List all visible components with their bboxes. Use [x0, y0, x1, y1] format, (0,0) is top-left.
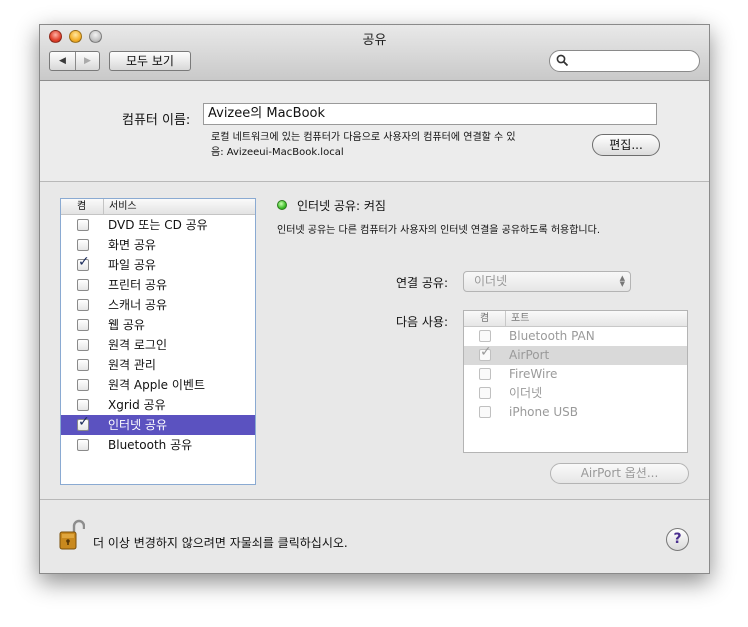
- computer-name-description: 로컬 네트워크에 있는 컴퓨터가 다음으로 사용자의 컴퓨터에 연결할 수 있 …: [211, 130, 591, 160]
- forward-button[interactable]: ▶: [75, 52, 100, 70]
- search-field[interactable]: [549, 50, 700, 72]
- port-checkbox[interactable]: [479, 387, 491, 399]
- ports-rows: Bluetooth PAN ✓ AirPort FireWire 이더넷 iPhone U…: [464, 327, 687, 422]
- service-label: 프린터 공유: [108, 278, 168, 292]
- share-from-popup[interactable]: 이더넷 ▲ ▼: [463, 271, 631, 292]
- service-checkbox[interactable]: [77, 239, 89, 251]
- service-row[interactable]: DVD 또는 CD 공유: [61, 215, 255, 235]
- ports-header: 켬 포트: [464, 311, 687, 327]
- port-checkbox[interactable]: [479, 368, 491, 380]
- to-computers-label: 다음 사용:: [396, 315, 449, 329]
- description-line-1: 로컬 네트워크에 있는 컴퓨터가 다음으로 사용자의 컴퓨터에 연결할 수 있: [211, 132, 516, 143]
- services-header: 켬 서비스: [61, 199, 255, 215]
- service-row[interactable]: ✓ 파일 공유: [61, 255, 255, 275]
- computer-name-label: 컴퓨터 이름:: [122, 113, 191, 128]
- port-checkbox[interactable]: [479, 406, 491, 418]
- service-row[interactable]: Xgrid 공유: [61, 395, 255, 415]
- service-label: 원격 로그인: [108, 338, 168, 352]
- service-checkbox[interactable]: ✓: [77, 255, 90, 271]
- back-forward-buttons: ◀ ▶: [49, 51, 100, 71]
- port-label: FireWire: [509, 367, 558, 381]
- service-label: 원격 Apple 이벤트: [108, 378, 205, 392]
- services-rows: DVD 또는 CD 공유화면 공유 ✓ 파일 공유프린터 공유스캐너 공유웹 공유원…: [61, 215, 255, 455]
- share-from-value: 이더넷: [474, 274, 508, 288]
- port-label: AirPort: [509, 348, 550, 362]
- show-all-button[interactable]: 모두 보기: [109, 51, 191, 71]
- port-label: 이더넷: [509, 386, 543, 400]
- service-checkbox[interactable]: [77, 219, 89, 231]
- port-row[interactable]: Bluetooth PAN: [464, 327, 687, 346]
- service-label: DVD 또는 CD 공유: [108, 218, 208, 232]
- service-label: 스캐너 공유: [108, 298, 168, 312]
- port-checkbox[interactable]: ✓: [479, 345, 492, 361]
- port-row[interactable]: 이더넷: [464, 384, 687, 403]
- service-row[interactable]: 원격 관리: [61, 355, 255, 375]
- checkmark-icon: ✓: [480, 344, 492, 360]
- service-label: 파일 공유: [108, 258, 156, 272]
- services-section: 켬 서비스 DVD 또는 CD 공유화면 공유 ✓ 파일 공유프린터 공유스캐너 공…: [40, 182, 709, 500]
- sharing-preferences-window: 공유 ◀ ▶ 모두 보기 컴퓨터 이름: Avizee의 MacBook 로컬 …: [39, 24, 710, 574]
- service-label: Xgrid 공유: [108, 398, 166, 412]
- computer-name-field[interactable]: Avizee의 MacBook: [203, 103, 657, 125]
- ports-header-on[interactable]: 켬: [480, 311, 489, 326]
- service-row[interactable]: ✓ 인터넷 공유: [61, 415, 255, 435]
- window-title: 공유: [362, 33, 387, 48]
- port-row[interactable]: ✓ AirPort: [464, 345, 687, 365]
- computer-name-section: 컴퓨터 이름: Avizee의 MacBook 로컬 네트워크에 있는 컴퓨터가…: [40, 81, 709, 182]
- services-list: 켬 서비스 DVD 또는 CD 공유화면 공유 ✓ 파일 공유프린터 공유스캐너 공…: [60, 198, 256, 485]
- service-checkbox[interactable]: [77, 299, 89, 311]
- service-checkbox[interactable]: [77, 319, 89, 331]
- service-checkbox[interactable]: [77, 399, 89, 411]
- service-checkbox[interactable]: [77, 359, 89, 371]
- service-label: 웹 공유: [108, 318, 145, 332]
- airport-options-button[interactable]: AirPort 옵션...: [550, 463, 689, 484]
- ports-header-port[interactable]: 포트: [511, 311, 529, 326]
- port-row[interactable]: iPhone USB: [464, 403, 687, 422]
- service-row[interactable]: 화면 공유: [61, 235, 255, 255]
- header-separator: [103, 199, 104, 214]
- service-status: 인터넷 공유: 켜짐: [297, 199, 386, 213]
- ports-list: 켬 포트 Bluetooth PAN ✓ AirPort FireWire 이더넷 iPh…: [463, 310, 688, 453]
- share-from-label: 연결 공유:: [396, 276, 449, 290]
- service-checkbox[interactable]: [77, 339, 89, 351]
- service-label: 인터넷 공유: [108, 418, 168, 432]
- service-row[interactable]: 프린터 공유: [61, 275, 255, 295]
- service-row[interactable]: 원격 로그인: [61, 335, 255, 355]
- port-label: Bluetooth PAN: [509, 329, 595, 343]
- popup-arrows-icon: ▲ ▼: [619, 274, 625, 288]
- lock-message: 더 이상 변경하지 않으려면 자물쇠를 클릭하십시오.: [93, 536, 348, 550]
- title-bar: 공유 ◀ ▶ 모두 보기: [40, 25, 709, 81]
- checkmark-icon: ✓: [78, 254, 90, 270]
- search-icon: [556, 54, 569, 67]
- service-description: 인터넷 공유는 다른 컴퓨터가 사용자의 인터넷 연결을 공유하도록 허용합니다…: [277, 225, 601, 236]
- back-button[interactable]: ◀: [50, 52, 76, 70]
- status-indicator-icon: [277, 200, 287, 210]
- service-row[interactable]: Bluetooth 공유: [61, 435, 255, 455]
- service-row[interactable]: 원격 Apple 이벤트: [61, 375, 255, 395]
- service-checkbox[interactable]: [77, 279, 89, 291]
- header-on[interactable]: 켬: [77, 199, 86, 214]
- help-button[interactable]: ?: [666, 528, 689, 551]
- description-line-2: 음: Avizeeui-MacBook.local: [211, 147, 344, 158]
- service-label: 원격 관리: [108, 358, 156, 372]
- ports-header-separator: [505, 311, 506, 326]
- footer: 더 이상 변경하지 않으려면 자물쇠를 클릭하십시오. ?: [40, 500, 709, 573]
- edit-button[interactable]: 편집...: [592, 134, 660, 156]
- header-service[interactable]: 서비스: [109, 199, 137, 214]
- port-checkbox[interactable]: [479, 330, 491, 342]
- service-label: 화면 공유: [108, 238, 156, 252]
- service-row[interactable]: 스캐너 공유: [61, 295, 255, 315]
- port-label: iPhone USB: [509, 405, 578, 419]
- port-row[interactable]: FireWire: [464, 365, 687, 384]
- service-label: Bluetooth 공유: [108, 438, 193, 452]
- service-checkbox[interactable]: [77, 379, 89, 391]
- checkmark-icon: ✓: [78, 414, 90, 430]
- service-checkbox[interactable]: [77, 439, 89, 451]
- service-checkbox[interactable]: ✓: [77, 415, 90, 431]
- lock-icon[interactable]: [59, 519, 85, 551]
- service-row[interactable]: 웹 공유: [61, 315, 255, 335]
